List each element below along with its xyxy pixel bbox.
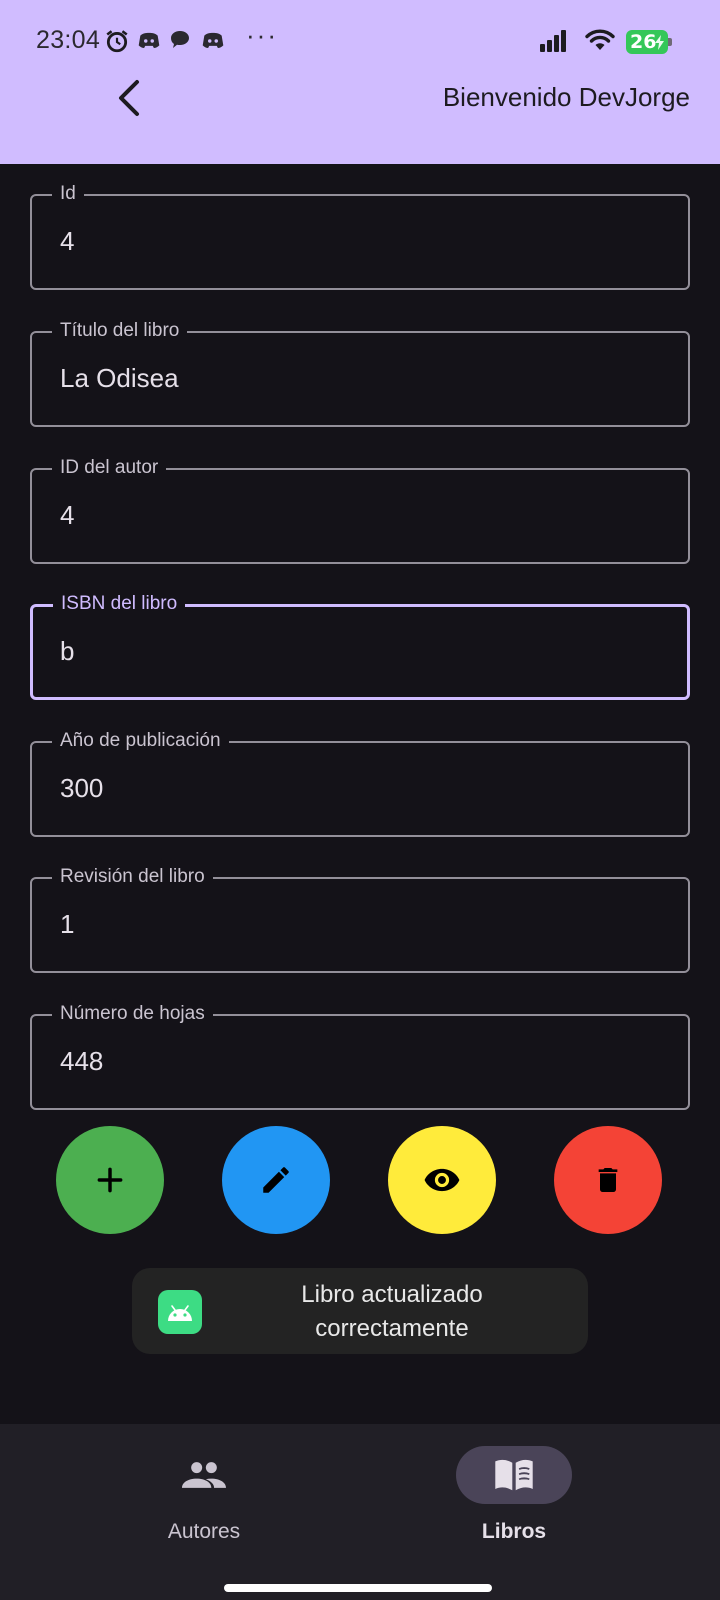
nav-indicator (146, 1446, 262, 1504)
bottom-navigation: Autores Libros (0, 1424, 720, 1600)
add-button[interactable] (56, 1126, 164, 1234)
page-count-field[interactable]: Número de hojas 448 (30, 1002, 690, 1110)
field-value: La Odisea (60, 363, 179, 393)
field-value: 448 (60, 1046, 104, 1076)
pencil-icon (263, 1167, 289, 1193)
id-field[interactable]: Id 4 (30, 182, 690, 290)
android-icon (158, 1290, 202, 1334)
isbn-field[interactable]: ISBN del libro b (30, 592, 690, 700)
field-label: ID del autor (52, 456, 167, 480)
field-label: ISBN del libro (53, 592, 186, 616)
battery-level: 26 (630, 31, 657, 53)
edit-button[interactable] (222, 1126, 330, 1234)
book-title-field[interactable]: Título del libro La Odisea (30, 319, 690, 427)
home-indicator[interactable] (224, 1584, 492, 1592)
nav-label: Autores (167, 1520, 241, 1543)
wifi-icon (584, 28, 616, 57)
field-label: Año de publicación (52, 729, 229, 753)
field-label: Número de hojas (52, 1002, 213, 1026)
field-value: 1 (60, 909, 75, 939)
back-button[interactable] (106, 74, 154, 122)
toast-notification: Libro actualizado correctamente (132, 1268, 588, 1354)
field-value: b (60, 636, 75, 666)
chevron-left-icon (119, 80, 139, 116)
status-time: 23:04 (36, 26, 101, 54)
discord-icon (200, 28, 226, 59)
revision-field[interactable]: Revisión del libro 1 (30, 865, 690, 973)
trash-icon (598, 1168, 618, 1192)
publication-year-field[interactable]: Año de publicación 300 (30, 729, 690, 837)
book-icon (495, 1459, 533, 1491)
more-notifications-indicator: ··· (246, 20, 278, 50)
field-value: 4 (60, 500, 75, 530)
field-value: 300 (60, 773, 104, 803)
discord-icon (136, 28, 162, 59)
field-label: Id (52, 182, 84, 206)
chat-bubble-icon (168, 28, 192, 57)
field-label: Título del libro (52, 319, 188, 343)
status-bar: 23:04 ··· 26 (0, 18, 720, 62)
app-bar: 23:04 ··· 26 Bienvenido DevJorge (0, 0, 720, 164)
nav-item-autores[interactable]: Autores (24, 1424, 384, 1574)
alarm-icon (104, 28, 130, 59)
eye-icon (424, 1168, 460, 1192)
author-id-field[interactable]: ID del autor 4 (30, 456, 690, 564)
nav-label: Libros (481, 1520, 547, 1543)
battery-indicator: 26 (626, 30, 672, 54)
signal-icon (540, 30, 568, 57)
people-icon (182, 1462, 226, 1488)
toast-message: Libro actualizado correctamente (301, 1281, 483, 1342)
field-value: 4 (60, 226, 75, 256)
delete-button[interactable] (554, 1126, 662, 1234)
welcome-title: Bienvenido DevJorge (442, 82, 690, 112)
charging-bolt-icon (655, 35, 664, 50)
plus-icon (97, 1167, 123, 1193)
nav-item-libros[interactable]: Libros (334, 1424, 694, 1574)
battery-cap (668, 38, 672, 46)
nav-indicator-active (456, 1446, 572, 1504)
view-button[interactable] (388, 1126, 496, 1234)
field-label: Revisión del libro (52, 865, 213, 889)
